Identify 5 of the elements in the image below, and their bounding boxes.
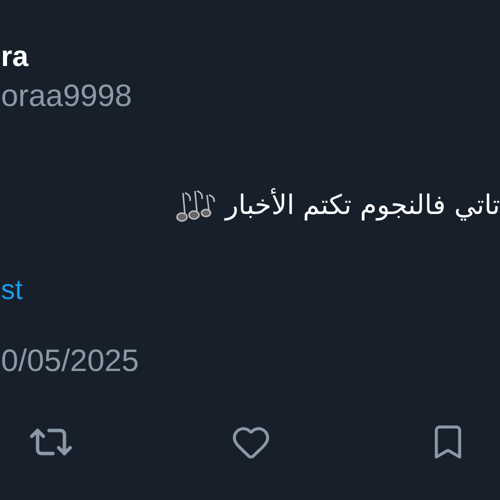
author-handle: oraa9998	[1, 78, 134, 114]
author-name: ra	[1, 40, 30, 74]
translate-link[interactable]: st	[1, 273, 23, 307]
tweet-text: تاتي فالنجوم تكتم الأخبار	[225, 187, 500, 223]
tweet-date: 0/05/2025	[1, 343, 140, 379]
